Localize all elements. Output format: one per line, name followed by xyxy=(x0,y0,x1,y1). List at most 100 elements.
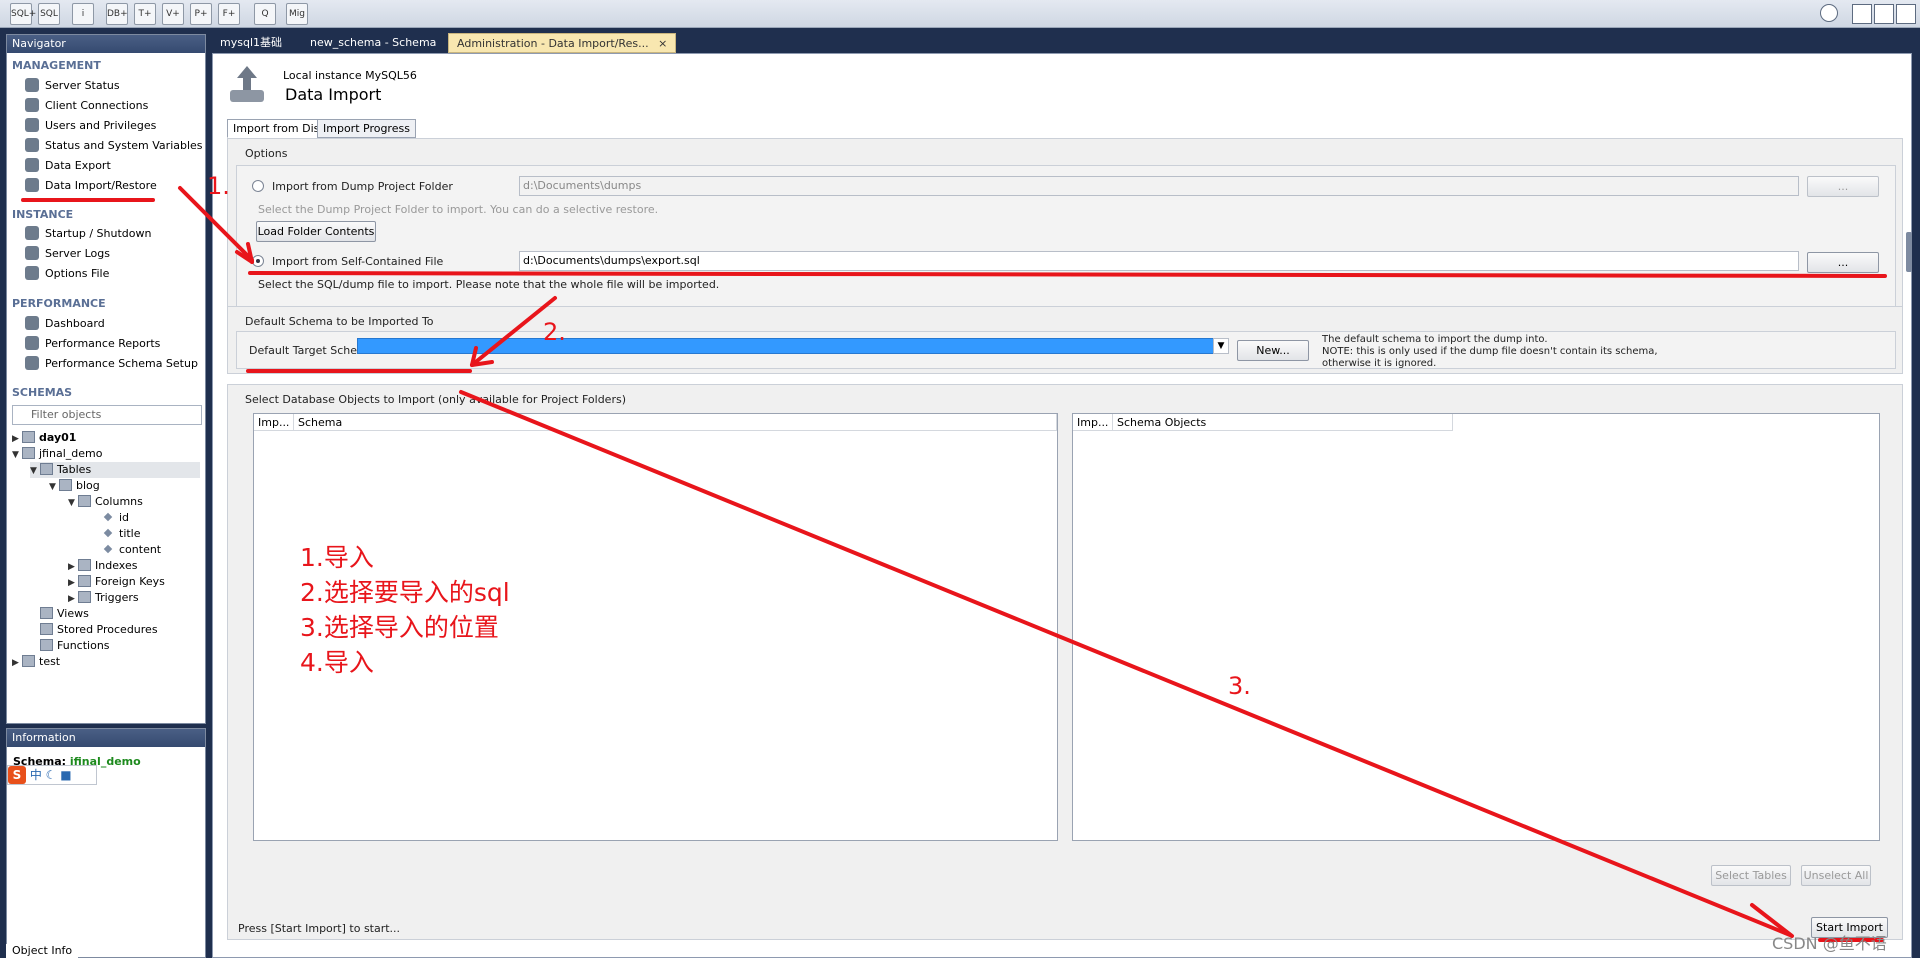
create-procedure-icon[interactable]: P+ xyxy=(190,3,212,25)
nav-server-logs[interactable]: Server Logs xyxy=(25,245,110,263)
schema-objects-list[interactable]: Imp... Schema Objects xyxy=(1072,413,1880,841)
default-target-schema-select[interactable] xyxy=(357,338,1217,354)
schema-note-3: otherwise it is ignored. xyxy=(1322,358,1437,369)
filter-objects-input[interactable]: Filter objects xyxy=(12,405,202,425)
setup-icon xyxy=(25,356,39,370)
tree-column-id[interactable]: id xyxy=(103,510,129,526)
tree-functions[interactable]: Functions xyxy=(40,638,110,654)
tab-import-progress[interactable]: Import Progress xyxy=(317,119,416,138)
dump-folder-label: Import from Dump Project Folder xyxy=(272,180,453,193)
chevron-down-icon[interactable]: ▼ xyxy=(1213,338,1229,354)
nav-data-import[interactable]: Data Import/Restore xyxy=(25,177,157,195)
tab-session[interactable]: Session xyxy=(80,944,134,958)
navigator-title: Navigator xyxy=(7,35,205,53)
schema-day01[interactable]: ▶ day01 xyxy=(12,430,76,446)
left-col-schema[interactable]: Schema xyxy=(294,414,1057,431)
annotation-notes: 1.导入 2.选择要导入的sql 3.选择导入的位置 4.导入 xyxy=(300,540,510,680)
dump-folder-radio[interactable] xyxy=(252,180,264,192)
shirt-icon: ■ xyxy=(60,768,72,782)
ime-toolbar[interactable]: S 中 ☾ ■ xyxy=(7,765,97,785)
unselect-all-button[interactable]: Unselect All xyxy=(1801,865,1871,886)
ime-logo-icon: S xyxy=(8,766,26,784)
tree-columns[interactable]: ▼ Columns xyxy=(68,494,143,510)
tree-indexes[interactable]: ▶ Indexes xyxy=(68,558,137,574)
main-toolbar: SQL+ SQL i DB+ T+ V+ P+ F+ Q Mig xyxy=(0,0,1920,28)
right-col-schema-objects[interactable]: Schema Objects xyxy=(1113,414,1453,431)
nav-status-variables[interactable]: Status and System Variables xyxy=(25,137,203,155)
moon-icon: ☾ xyxy=(45,768,57,782)
performance-section-title: PERFORMANCE xyxy=(12,297,106,310)
tree-table-blog[interactable]: ▼ blog xyxy=(49,478,100,494)
inspector-icon[interactable]: i xyxy=(72,3,94,25)
tab-administration-import[interactable]: Administration - Data Import/Res... × xyxy=(448,33,677,53)
search-table-data-icon[interactable]: Q xyxy=(254,3,276,25)
nav-data-export[interactable]: Data Export xyxy=(25,157,111,175)
tree-foreign-keys[interactable]: ▶ Foreign Keys xyxy=(68,574,165,590)
nav-client-connections[interactable]: Client Connections xyxy=(25,97,148,115)
create-view-icon[interactable]: V+ xyxy=(162,3,184,25)
page-title: Data Import xyxy=(285,85,382,104)
tree-column-content[interactable]: content xyxy=(103,542,161,558)
create-function-icon[interactable]: F+ xyxy=(218,3,240,25)
schema-note-2: NOTE: this is only used if the dump file… xyxy=(1322,346,1658,357)
tree-views[interactable]: Views xyxy=(40,606,89,622)
select-tables-button[interactable]: Select Tables xyxy=(1711,865,1791,886)
schema-test[interactable]: ▶ test xyxy=(12,654,60,670)
new-schema-button[interactable]: New... xyxy=(1237,340,1309,361)
server-status-icon xyxy=(25,78,39,92)
right-col-import[interactable]: Imp... xyxy=(1073,414,1113,431)
tree-tables[interactable]: ▼ Tables xyxy=(30,462,200,478)
tab-mysql1[interactable]: mysql1基础 xyxy=(212,33,290,53)
note-1: 1.导入 xyxy=(300,543,374,572)
users-icon xyxy=(25,118,39,132)
nav-performance-reports[interactable]: Performance Reports xyxy=(25,335,160,353)
self-contained-path-field[interactable]: d:\Documents\dumps\export.sql xyxy=(519,251,1799,271)
options-title: Options xyxy=(245,147,288,160)
export-icon xyxy=(25,158,39,172)
nav-performance-schema-setup[interactable]: Performance Schema Setup xyxy=(25,355,198,373)
create-table-icon[interactable]: T+ xyxy=(134,3,156,25)
folder-icon xyxy=(40,463,53,475)
open-sql-script-icon[interactable]: SQL xyxy=(38,3,60,25)
self-contained-radio[interactable] xyxy=(252,255,264,267)
instance-name: Local instance MySQL56 xyxy=(283,69,417,82)
reports-icon xyxy=(25,336,39,350)
create-schema-icon[interactable]: DB+ xyxy=(106,3,128,25)
schemas-section-title: SCHEMAS xyxy=(12,386,73,399)
tree-column-title[interactable]: title xyxy=(103,526,141,542)
tab-object-info[interactable]: Object Info xyxy=(6,944,79,958)
dump-folder-path-field[interactable]: d:\Documents\dumps xyxy=(519,176,1799,196)
toggle-sidebar-icon[interactable] xyxy=(1852,4,1872,24)
info-bottom-tabs: Object Info Session xyxy=(6,944,206,958)
schema-jfinal-demo[interactable]: ▼ jfinal_demo xyxy=(12,446,102,462)
tree-triggers[interactable]: ▶ Triggers xyxy=(68,590,139,606)
new-sql-tab-icon[interactable]: SQL+ xyxy=(10,3,36,25)
power-icon xyxy=(25,226,39,240)
schema-note-1: The default schema to import the dump in… xyxy=(1322,334,1548,345)
nav-dashboard[interactable]: Dashboard xyxy=(25,315,105,333)
nav-startup-shutdown[interactable]: Startup / Shutdown xyxy=(25,225,151,243)
nav-users-privileges[interactable]: Users and Privileges xyxy=(25,117,156,135)
reconnect-icon[interactable]: Mig xyxy=(286,3,308,25)
variables-icon xyxy=(25,138,39,152)
load-folder-contents-button[interactable]: Load Folder Contents xyxy=(256,221,376,242)
data-import-page: Local instance MySQL56 Data Import Impor… xyxy=(212,53,1912,958)
toggle-secondary-sidebar-icon[interactable] xyxy=(1896,4,1916,24)
dump-folder-browse-button[interactable]: ... xyxy=(1807,176,1879,197)
import-arrow-icon xyxy=(230,66,264,102)
folder-icon xyxy=(78,575,91,587)
annotation-3: 3. xyxy=(1228,672,1251,700)
self-contained-browse-button[interactable]: ... xyxy=(1807,252,1879,273)
self-contained-label: Import from Self-Contained File xyxy=(272,255,444,268)
toggle-output-icon[interactable] xyxy=(1874,4,1894,24)
tree-stored-procedures[interactable]: Stored Procedures xyxy=(40,622,158,638)
information-panel: Information Schema: jfinal_demo S 中 ☾ ■ xyxy=(6,728,206,958)
nav-server-status[interactable]: Server Status xyxy=(25,77,120,95)
settings-gear-icon[interactable] xyxy=(1820,4,1838,22)
default-schema-title: Default Schema to be Imported To xyxy=(245,315,434,328)
tab-new-schema[interactable]: new_schema - Schema xyxy=(302,33,444,53)
nav-options-file[interactable]: Options File xyxy=(25,265,109,283)
close-tab-icon[interactable]: × xyxy=(658,37,667,50)
left-col-import[interactable]: Imp... xyxy=(254,414,294,431)
scrollbar-handle[interactable] xyxy=(1906,232,1912,272)
